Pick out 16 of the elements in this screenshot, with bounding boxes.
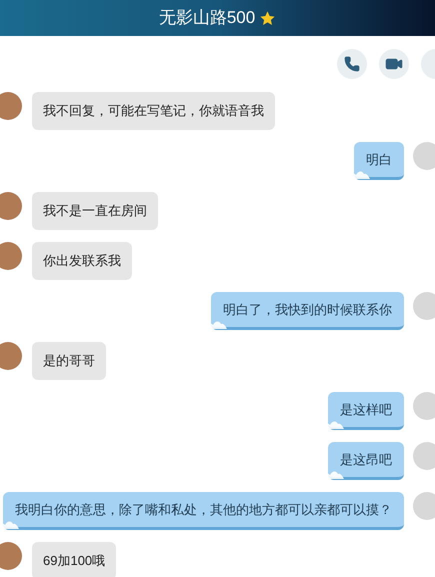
avatar[interactable] — [0, 542, 22, 570]
message-bubble: 我不回复，可能在写笔记，你就语音我 — [32, 92, 275, 130]
message-bubble: 是的哥哥 — [32, 342, 106, 380]
avatar[interactable] — [0, 242, 22, 270]
avatar[interactable] — [0, 192, 22, 220]
avatar[interactable] — [0, 342, 22, 370]
video-call-button[interactable] — [379, 49, 409, 79]
chat-title: 无影山路500 — [158, 7, 256, 30]
phone-icon — [344, 56, 360, 72]
message-bubble: 69加100哦 — [32, 542, 116, 577]
message-bubble: 你出发联系我 — [32, 242, 132, 280]
message-bubble: 我明白你的意思，除了嘴和私处，其他的地方都可以亲都可以摸？ — [3, 492, 404, 530]
call-button[interactable] — [337, 49, 367, 79]
avatar[interactable] — [0, 92, 22, 120]
message-bubble: 我不是一直在房间 — [32, 192, 158, 230]
star-icon — [259, 10, 276, 26]
